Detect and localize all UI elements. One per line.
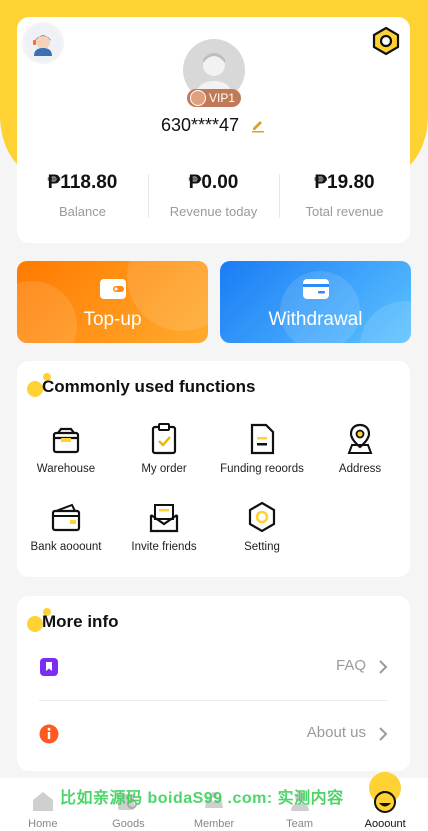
customer-service-avatar[interactable] <box>25 25 61 61</box>
function-my-order[interactable]: My order <box>115 421 213 475</box>
function-invite-friends[interactable]: Invite friends <box>115 499 213 553</box>
stats-row: ₱118.80 Balance ₱0.00 Revenue today ₱19.… <box>17 172 410 222</box>
wallet-icon <box>17 499 115 533</box>
home-icon <box>31 790 55 817</box>
document-icon <box>213 421 311 455</box>
title-dot <box>27 616 43 632</box>
function-bank-account[interactable]: Bank aooount <box>17 499 115 553</box>
tab-account[interactable]: Aooount <box>342 772 428 831</box>
hexagon-icon <box>213 499 311 533</box>
watermark-text: 比如亲源码 boidaS99 .com: 实测内容 <box>60 790 344 807</box>
credit-card-icon <box>302 277 330 307</box>
hexagon-icon <box>372 26 400 56</box>
functions-card: Commonly used functions Warehouse My ord… <box>17 361 410 577</box>
clipboard-check-icon <box>115 421 213 455</box>
function-setting[interactable]: Setting <box>213 499 311 553</box>
function-address[interactable]: Address <box>311 421 409 475</box>
info-icon <box>39 724 59 744</box>
vip-badge: VIP1 <box>187 89 242 107</box>
stat-balance: ₱118.80 Balance <box>47 172 118 219</box>
box-icon <box>17 421 115 455</box>
title-dot <box>27 381 43 397</box>
profile-card: VIP1 630****47 ₱118.80 Balance ₱0.00 Rev… <box>17 17 410 243</box>
withdrawal-button[interactable]: Withdrawal <box>220 261 411 343</box>
bookmark-icon <box>39 657 59 677</box>
stat-revenue-today: ₱0.00 Revenue today <box>148 172 279 222</box>
edit-icon[interactable] <box>250 117 266 138</box>
function-warehouse[interactable]: Warehouse <box>17 421 115 475</box>
stat-total-revenue: ₱19.80 Total revenue <box>279 172 410 222</box>
chevron-right-icon <box>378 659 388 680</box>
topup-button[interactable]: Top-up <box>17 261 208 343</box>
wallet-card-icon <box>99 277 127 307</box>
chevron-right-icon <box>378 726 388 747</box>
settings-hexagon-button[interactable] <box>370 25 402 57</box>
account-smile-icon <box>372 790 398 819</box>
functions-title: Commonly used functions <box>42 377 256 396</box>
about-us-row[interactable]: About us <box>17 708 410 760</box>
more-info-title: More info <box>42 612 119 631</box>
vip-icon <box>190 90 206 106</box>
function-funding-records[interactable]: Funding reoords <box>213 421 311 475</box>
faq-row[interactable]: FAQ <box>17 641 410 693</box>
more-info-card: More info FAQ About us <box>17 596 410 771</box>
map-pin-icon <box>311 421 409 455</box>
support-agent-icon <box>33 35 52 56</box>
row-divider <box>39 700 388 701</box>
account-phone: 630****47 <box>17 115 410 138</box>
envelope-icon <box>115 499 213 533</box>
